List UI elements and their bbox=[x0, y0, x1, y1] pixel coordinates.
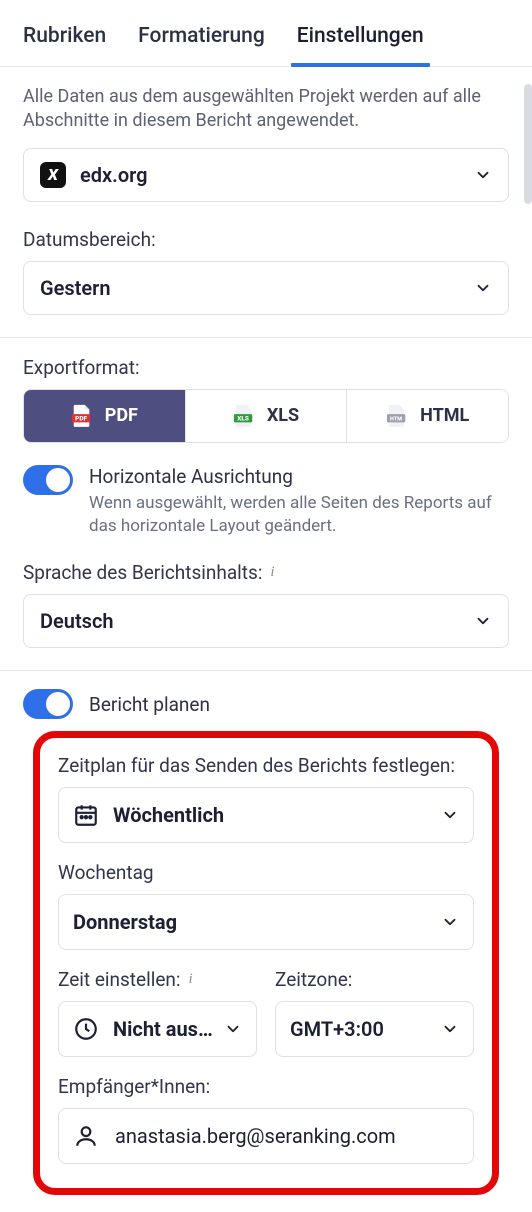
orientation-toggle[interactable] bbox=[23, 465, 73, 495]
export-html-label: HTML bbox=[420, 405, 469, 426]
html-icon: HTM bbox=[386, 404, 408, 428]
chevron-down-icon bbox=[474, 612, 492, 630]
weekday-select[interactable]: Donnerstag bbox=[58, 894, 474, 950]
export-html-button[interactable]: HTM HTML bbox=[346, 390, 508, 442]
schedule-frequency-select[interactable]: Wöchentlich bbox=[58, 787, 474, 843]
schedule-toggle[interactable] bbox=[23, 689, 73, 719]
time-label: Zeit einstellen: bbox=[58, 968, 181, 991]
export-label: Exportformat: bbox=[23, 356, 509, 379]
schedule-highlight-box: Zeitplan für das Senden des Berichts fes… bbox=[33, 731, 499, 1195]
info-icon[interactable]: i bbox=[189, 971, 193, 988]
svg-text:PDF: PDF bbox=[75, 414, 87, 422]
tab-rubriken[interactable]: Rubriken bbox=[23, 24, 106, 66]
time-label-row: Zeit einstellen: i bbox=[58, 968, 257, 991]
chevron-down-icon bbox=[474, 279, 492, 297]
schedule-toggle-label: Bericht planen bbox=[89, 693, 210, 716]
recipients-label: Empfänger*Innen: bbox=[58, 1075, 474, 1098]
time-select[interactable]: Nicht ausge… bbox=[58, 1001, 257, 1057]
export-pdf-button[interactable]: PDF PDF bbox=[24, 390, 185, 442]
tab-einstellungen[interactable]: Einstellungen bbox=[297, 24, 424, 66]
timezone-select[interactable]: GMT+3:00 bbox=[275, 1001, 474, 1057]
chevron-down-icon bbox=[441, 1020, 459, 1038]
chevron-down-icon bbox=[224, 1020, 242, 1038]
section-daterange: Datumsbereich: Gestern bbox=[0, 224, 532, 337]
project-select[interactable]: X edx.org bbox=[23, 148, 509, 202]
calendar-icon bbox=[73, 802, 99, 828]
svg-text:XLS: XLS bbox=[237, 414, 249, 422]
chevron-down-icon bbox=[441, 913, 459, 931]
project-helper-text: Alle Daten aus dem ausgewählten Projekt … bbox=[23, 85, 509, 134]
timezone-label: Zeitzone: bbox=[275, 968, 474, 991]
chevron-down-icon bbox=[441, 806, 459, 824]
daterange-label: Datumsbereich: bbox=[23, 228, 509, 251]
language-select[interactable]: Deutsch bbox=[23, 594, 509, 648]
tabs: Rubriken Formatierung Einstellungen bbox=[0, 0, 532, 67]
daterange-select[interactable]: Gestern bbox=[23, 261, 509, 315]
project-value: edx.org bbox=[80, 163, 148, 187]
export-segmented: PDF PDF XLS XLS HTM HTML bbox=[23, 389, 509, 443]
recipients-value: anastasia.berg@seranking.com bbox=[115, 1124, 396, 1148]
chevron-down-icon bbox=[474, 166, 492, 184]
orientation-row: Horizontale Ausrichtung Wenn ausgewählt,… bbox=[23, 465, 509, 540]
orientation-title: Horizontale Ausrichtung bbox=[89, 465, 509, 488]
time-value: Nicht ausge… bbox=[113, 1017, 214, 1041]
clock-icon bbox=[73, 1016, 99, 1042]
svg-text:HTM: HTM bbox=[390, 416, 402, 422]
language-label-row: Sprache des Berichtsinhalts: i bbox=[23, 561, 509, 584]
section-schedule: Bericht planen Zeitplan für das Senden d… bbox=[0, 670, 532, 1205]
language-label: Sprache des Berichtsinhalts: bbox=[23, 561, 262, 584]
weekday-value: Donnerstag bbox=[73, 910, 177, 934]
schedule-frequency-value: Wöchentlich bbox=[113, 803, 224, 827]
weekday-label: Wochentag bbox=[58, 861, 474, 884]
export-xls-label: XLS bbox=[267, 405, 299, 426]
timezone-value: GMT+3:00 bbox=[290, 1017, 384, 1041]
schedule-set-label: Zeitplan für das Senden des Berichts fes… bbox=[58, 754, 474, 777]
export-xls-button[interactable]: XLS XLS bbox=[185, 390, 347, 442]
project-favicon: X bbox=[40, 162, 66, 188]
section-project: Alle Daten aus dem ausgewählten Projekt … bbox=[0, 67, 532, 224]
schedule-toggle-row: Bericht planen bbox=[23, 689, 509, 719]
person-icon bbox=[73, 1123, 99, 1149]
tab-formatierung[interactable]: Formatierung bbox=[138, 24, 265, 66]
pdf-icon: PDF bbox=[71, 404, 93, 428]
language-value: Deutsch bbox=[40, 609, 114, 633]
recipients-input[interactable]: anastasia.berg@seranking.com bbox=[58, 1108, 474, 1164]
export-pdf-label: PDF bbox=[105, 405, 138, 426]
xls-icon: XLS bbox=[233, 404, 255, 428]
scrollbar[interactable] bbox=[524, 84, 532, 204]
daterange-value: Gestern bbox=[40, 276, 111, 300]
info-icon[interactable]: i bbox=[270, 564, 274, 581]
section-export: Exportformat: PDF PDF XLS XLS HTM bbox=[0, 337, 532, 671]
orientation-subtitle: Wenn ausgewählt, werden alle Seiten des … bbox=[89, 492, 509, 540]
